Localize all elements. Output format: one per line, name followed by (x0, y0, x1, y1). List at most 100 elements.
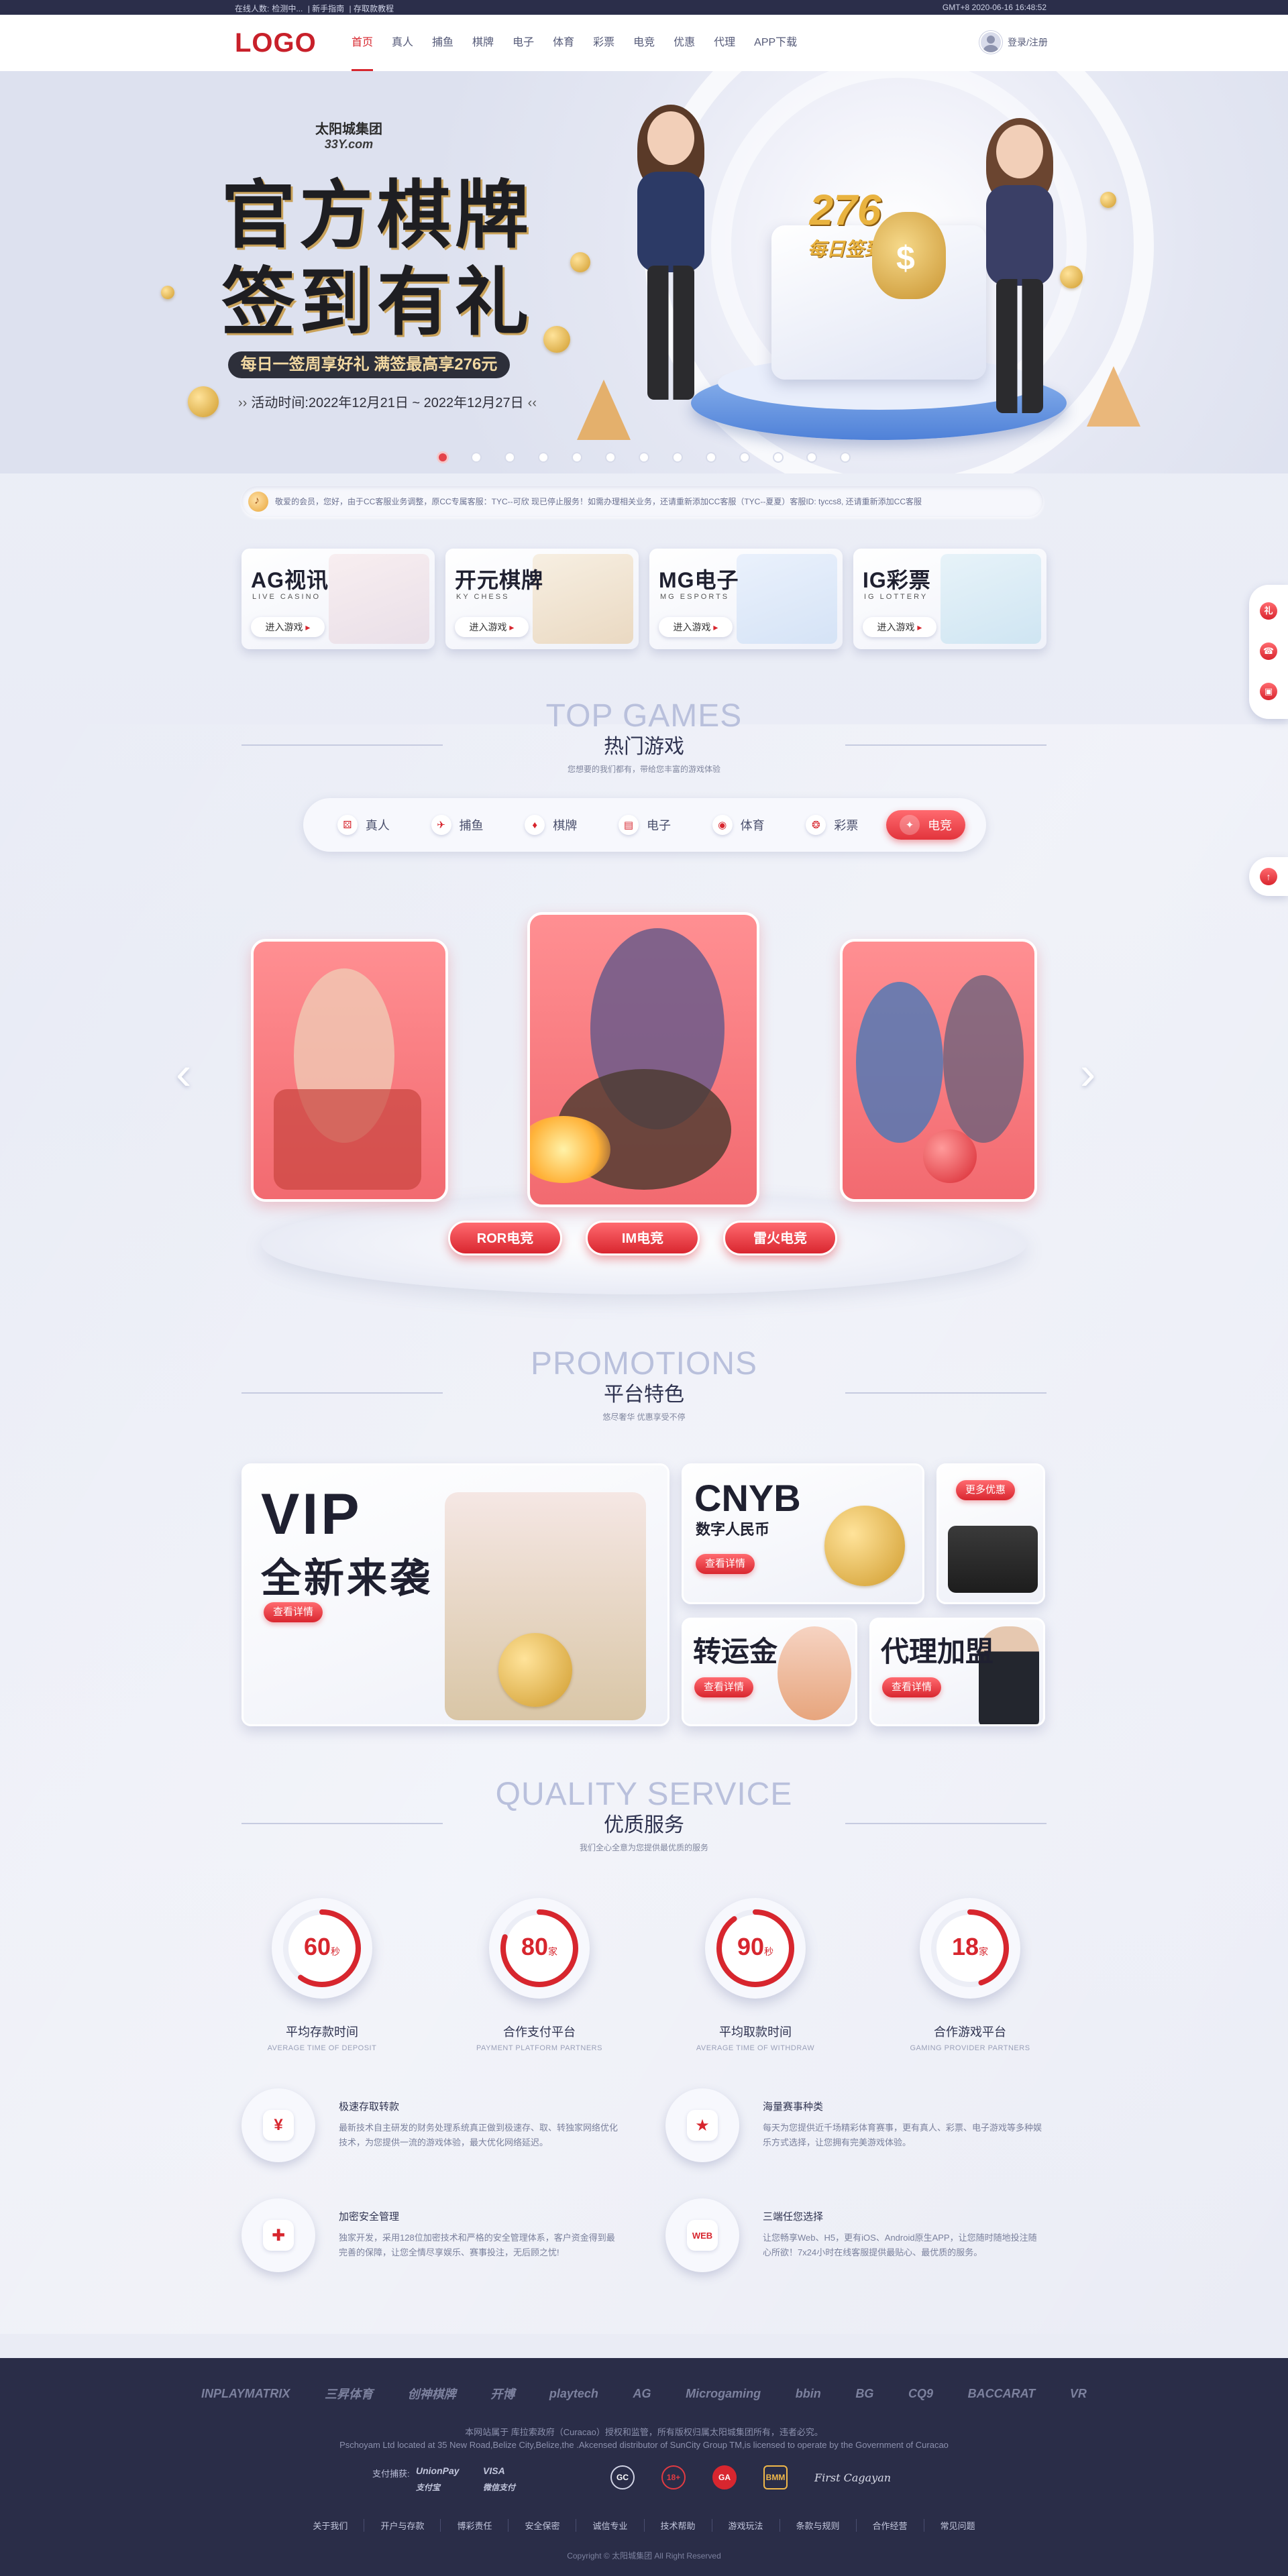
nav-item-slots[interactable]: 电子 (503, 15, 543, 71)
nav-item-sports[interactable]: 体育 (543, 15, 584, 71)
gift-icon[interactable]: 礼 (1260, 602, 1277, 620)
tab-gamepad[interactable]: ✦ 电竞 (886, 810, 966, 840)
carousel-dot[interactable] (539, 453, 547, 461)
top-icon[interactable]: ↑ (1260, 868, 1277, 885)
guide-link[interactable]: 新手指南 (312, 4, 344, 13)
footer-link[interactable]: 关于我们 (297, 2519, 365, 2532)
footer-link[interactable]: 条款与规则 (780, 2519, 857, 2532)
payment-logos: UnionPay VISA 支付宝 微信支付 (416, 2465, 564, 2498)
tab-card[interactable]: ♦ 棋牌 (511, 810, 590, 840)
agent-detail-button[interactable]: 查看详情 (882, 1677, 942, 1697)
footer-link[interactable]: 技术帮助 (645, 2519, 712, 2532)
cnyb-detail-button[interactable]: 查看详情 (696, 1554, 755, 1574)
footer-link[interactable]: 合作经营 (857, 2519, 924, 2532)
nav-item-promotions[interactable]: 优惠 (664, 15, 704, 71)
im-esports-button[interactable]: IM电竞 (586, 1221, 700, 1255)
section-desc: 悠尽奢华 优惠享受不停 (602, 1412, 686, 1422)
stat-item: 60秒 平均存款时间 AVERAGE TIME OF DEPOSIT (241, 1898, 402, 2052)
tab-ball[interactable]: ◉ 体育 (699, 810, 778, 840)
leihuo-esports-button[interactable]: 雷火电竞 (723, 1221, 837, 1255)
stat-label: 平均存款时间 (286, 2025, 358, 2039)
carousel-next-arrow[interactable]: › (1080, 1046, 1107, 1100)
nav-item-fishing[interactable]: 捕鱼 (423, 15, 463, 71)
carousel-dot[interactable] (774, 453, 782, 461)
carousel-dot[interactable] (439, 453, 447, 461)
nav-item-esports[interactable]: 电竞 (624, 15, 664, 71)
nav-item-app-download[interactable]: APP下载 (745, 15, 806, 71)
app-icon[interactable]: ▣ (1260, 683, 1277, 700)
feature-events: ★ 海量赛事种类 每天为您提供近千场精彩体育赛事，更有真人、彩票、电子游戏等多种… (665, 2088, 1042, 2162)
footer-link[interactable]: 游戏玩法 (712, 2519, 780, 2532)
carousel-dot[interactable] (573, 453, 581, 461)
nav-item-chess[interactable]: 棋牌 (463, 15, 503, 71)
enter-game-button[interactable]: 进入游戏 (455, 617, 529, 637)
ag-dealers-image (329, 554, 429, 644)
vip-detail-button[interactable]: 查看详情 (264, 1602, 323, 1622)
nav-item-live[interactable]: 真人 (382, 15, 423, 71)
footer-link[interactable]: 常见问题 (924, 2519, 991, 2532)
carousel-dot[interactable] (841, 453, 849, 461)
carousel-dot[interactable] (506, 453, 514, 461)
tab-fish[interactable]: ✈ 捕鱼 (418, 810, 497, 840)
zhuanyunjin-detail-button[interactable]: 查看详情 (694, 1677, 754, 1697)
user-login[interactable]: 登录/注册 (979, 31, 1048, 54)
stat-label-en: PAYMENT PLATFORM PARTNERS (476, 2044, 602, 2052)
carousel-card-ror[interactable] (251, 939, 448, 1202)
nav-item-home[interactable]: 首页 (342, 15, 382, 71)
promo-vip[interactable]: VIP 全新来袭 查看详情 (241, 1463, 669, 1726)
stat-ring: 80家 (489, 1898, 590, 1999)
carousel-prev-arrow[interactable]: ‹ (176, 1046, 203, 1100)
gamepad-icon: ✦ (900, 815, 920, 835)
game-card-ky[interactable]: 开元棋牌 KY CHESS 进入游戏 (445, 549, 639, 649)
game-card-ag[interactable]: AG视讯 LIVE CASINO 进入游戏 (241, 549, 435, 649)
gold-cone (577, 380, 631, 440)
nav-item-lottery[interactable]: 彩票 (584, 15, 624, 71)
stat-item: 18家 合作游戏平台 GAMING PROVIDER PARTNERS (890, 1898, 1051, 2052)
avatar[interactable] (979, 31, 1002, 54)
game-card-mg[interactable]: MG电子 MG ESPORTS 进入游戏 (649, 549, 843, 649)
footer-links: 关于我们 开户与存款 博彩责任 安全保密 诚信专业 技术帮助 游戏玩法 条款与规则 合作经营 常见… (0, 2519, 1288, 2532)
hero-subtitle: 每日一签周享好礼 满签最高享276元 (228, 351, 510, 378)
carousel-dot[interactable] (640, 453, 648, 461)
carousel-dot[interactable] (741, 453, 749, 461)
nav-item-agent[interactable]: 代理 (704, 15, 745, 71)
hero-banner[interactable]: 太阳城集团 33Y.com 官方棋牌 签到有礼 每日一签周享好礼 满签最高享27… (0, 71, 1288, 473)
logo[interactable]: LOGO (235, 28, 317, 58)
game-card-title: IG彩票 (863, 568, 931, 592)
promo-zhuanyunjin[interactable]: 转运金 查看详情 (682, 1618, 857, 1726)
carousel-dot[interactable] (606, 453, 614, 461)
promo-agent[interactable]: 代理加盟 查看详情 (869, 1618, 1045, 1726)
partner-logo: 三昇体育 (324, 2388, 373, 2401)
carousel-dot[interactable] (674, 453, 682, 461)
enter-game-button[interactable]: 进入游戏 (863, 617, 936, 637)
back-to-top-float[interactable]: ↑ (1249, 857, 1288, 896)
carousel-dot[interactable] (808, 453, 816, 461)
game-card-ig[interactable]: IG彩票 IG LOTTERY 进入游戏 (853, 549, 1046, 649)
tab-slot[interactable]: ▤ 电子 (605, 810, 684, 840)
carousel-card-leihuo[interactable] (840, 939, 1037, 1202)
carousel-card-im[interactable] (527, 912, 759, 1207)
login-register-link[interactable]: 登录/注册 (1008, 36, 1048, 49)
hero-illustration: 276 每日签到 $ (543, 105, 1154, 460)
footer-link[interactable]: 开户与存款 (364, 2519, 441, 2532)
tab-lottery[interactable]: ❂ 彩票 (792, 810, 871, 840)
enter-game-button[interactable]: 进入游戏 (251, 617, 325, 637)
carousel-dot[interactable] (472, 453, 480, 461)
tab-dice[interactable]: ⚄ 真人 (324, 810, 403, 840)
promo-cnyb[interactable]: CNYB 数字人民币 查看详情 (682, 1463, 924, 1604)
more-promotions-button[interactable]: 更多优惠 (956, 1480, 1016, 1500)
carousel-dot[interactable] (707, 453, 715, 461)
deposit-info-link[interactable]: 存取款教程 (354, 4, 394, 13)
partner-logos: INPLAYMATRIX 三昇体育 创神棋牌 开博 playtech AG Microgam… (201, 2371, 1087, 2416)
hero-title: 官方棋牌 签到有礼 (221, 172, 533, 346)
section-title-cn: 优质服务 (604, 1814, 684, 1836)
footer-link[interactable]: 博彩责任 (441, 2519, 509, 2532)
service-icon[interactable]: ☎ (1260, 642, 1277, 660)
ror-esports-button[interactable]: ROR电竞 (448, 1221, 562, 1255)
enter-game-button[interactable]: 进入游戏 (659, 617, 733, 637)
footer-link[interactable]: 诚信专业 (576, 2519, 645, 2532)
cnyb-subtitle: 数字人民币 (696, 1521, 770, 1538)
notice-bar[interactable]: 敬爱的会员，您好，由于CC客服业务调整，原CC专属客服：TYC--可欣 现已停止… (241, 486, 1043, 517)
footer-link[interactable]: 安全保密 (508, 2519, 577, 2532)
promo-more[interactable]: 更多优惠 (936, 1463, 1045, 1604)
